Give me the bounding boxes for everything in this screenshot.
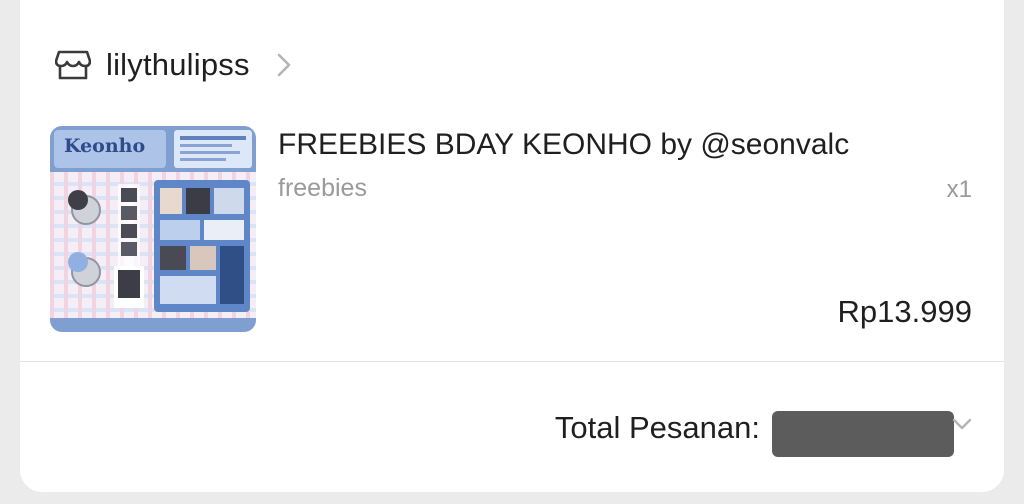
order-total-value-redacted bbox=[772, 411, 954, 457]
order-total-row[interactable]: Total Pesanan: bbox=[554, 400, 974, 457]
product-item[interactable]: Keonho FREEBIES BDAY KEONHO by @seonvalc… bbox=[50, 124, 974, 334]
shop-header[interactable]: lilythulipss bbox=[54, 40, 294, 90]
shop-name: lilythulipss bbox=[106, 47, 250, 82]
order-total-label: Total Pesanan: bbox=[554, 410, 760, 445]
product-price: Rp13.999 bbox=[837, 294, 972, 329]
order-card: lilythulipss Keonho FREEBIES BDAY KEONHO… bbox=[20, 0, 1004, 492]
product-variation: freebies bbox=[278, 174, 367, 202]
thumbnail-title: Keonho bbox=[64, 135, 145, 157]
shop-icon bbox=[54, 48, 92, 82]
chevron-right-icon bbox=[276, 52, 294, 78]
product-quantity: x1 bbox=[946, 176, 972, 203]
chevron-down-icon[interactable] bbox=[950, 414, 974, 434]
product-title: FREEBIES BDAY KEONHO by @seonvalc bbox=[278, 128, 850, 161]
product-thumbnail: Keonho bbox=[50, 126, 256, 332]
divider bbox=[20, 361, 1004, 362]
